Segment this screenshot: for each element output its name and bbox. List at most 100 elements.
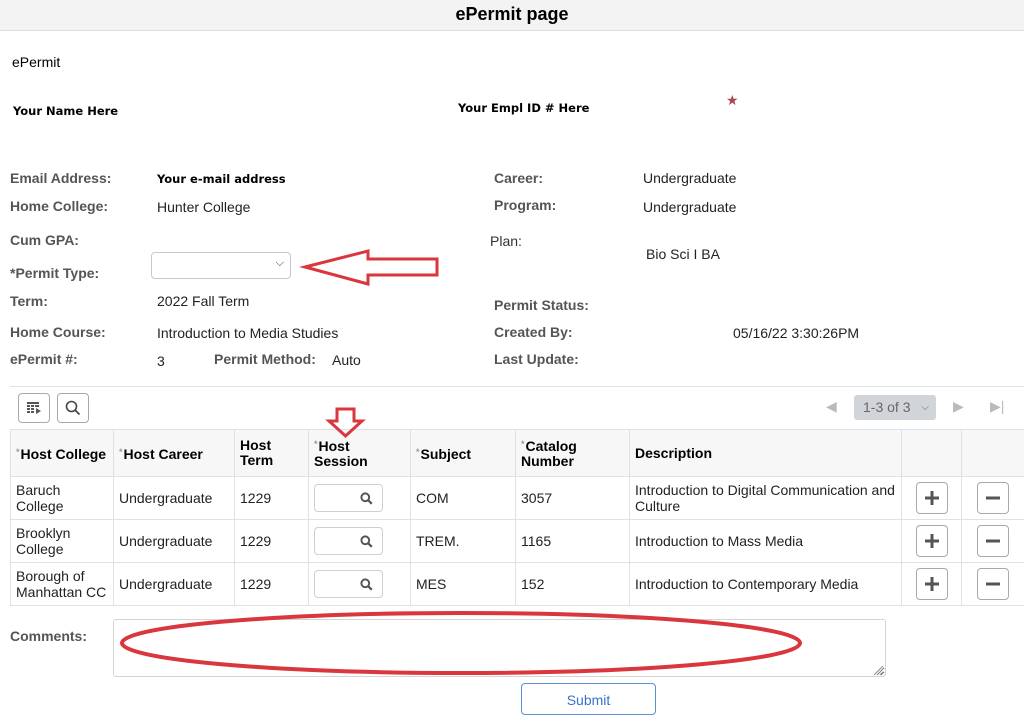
host-session-input[interactable] — [314, 527, 383, 555]
previous-page-icon[interactable]: ◀ — [826, 398, 837, 415]
minus-icon — [986, 539, 1000, 543]
search-icon[interactable] — [360, 578, 373, 591]
comments-textarea[interactable] — [113, 619, 886, 677]
table-row: Baruch College Undergraduate 1229 COM 30… — [10, 476, 1024, 520]
grid-settings-icon — [27, 402, 41, 414]
course-table: *Host College *Host Career Host Term *Ho… — [10, 429, 1024, 606]
host-career-cell: Undergraduate — [113, 519, 235, 563]
permit-type-label: *Permit Type: — [10, 265, 100, 281]
host-career-cell: Undergraduate — [113, 562, 235, 606]
table-row: Borough of Manhattan CC Undergraduate 12… — [10, 562, 1024, 606]
term-value: 2022 Fall Term — [157, 293, 250, 309]
created-by-value: 05/16/22 3:30:26PM — [733, 325, 860, 341]
grid-personalize-button[interactable] — [18, 393, 50, 423]
column-header: *Host Career — [113, 429, 235, 477]
add-row-button[interactable] — [915, 568, 948, 600]
empl-id: Your Empl ID # Here — [458, 101, 590, 115]
last-page-icon[interactable]: ▶| — [990, 398, 1004, 415]
add-row-button[interactable] — [915, 482, 948, 514]
column-header: *Subject — [410, 429, 516, 477]
host-term-cell: 1229 — [234, 476, 309, 520]
plus-icon — [924, 577, 939, 591]
created-by-label: Created By: — [494, 324, 573, 340]
search-icon — [65, 400, 81, 416]
delete-row-button[interactable] — [977, 568, 1009, 600]
host-college-cell: Brooklyn College — [10, 519, 114, 563]
annotation-arrow-left — [299, 249, 439, 286]
table-header-row: *Host College *Host Career Host Term *Ho… — [10, 429, 1024, 477]
subject-cell: TREM. — [410, 519, 516, 563]
email-label: Email Address: — [10, 170, 112, 186]
last-update-label: Last Update: — [494, 351, 579, 367]
home-college-label: Home College: — [10, 198, 109, 214]
catalog-number-cell: 152 — [515, 562, 630, 606]
submit-button[interactable]: Submit — [521, 683, 656, 715]
section-title: ePermit — [12, 54, 61, 70]
host-term-cell: 1229 — [234, 562, 309, 606]
student-name: Your Name Here — [13, 104, 119, 118]
chevron-down-icon: ⌵ — [275, 257, 284, 269]
host-college-cell: Borough of Manhattan CC — [10, 562, 114, 606]
permit-type-select[interactable]: ⌵ — [151, 252, 291, 279]
plan-label: Plan: — [490, 233, 522, 249]
host-session-cell — [308, 476, 411, 520]
permit-status-label: Permit Status: — [494, 297, 589, 313]
page-title: ePermit page — [455, 4, 569, 24]
chevron-down-icon: ⌵ — [921, 402, 929, 413]
add-row-button[interactable] — [915, 525, 948, 557]
star-icon: ★ — [726, 92, 739, 108]
term-label: Term: — [10, 293, 48, 309]
host-term-cell: 1229 — [234, 519, 309, 563]
subject-cell: COM — [410, 476, 516, 520]
search-icon[interactable] — [360, 492, 373, 505]
host-career-cell: Undergraduate — [113, 476, 235, 520]
home-course-value: Introduction to Media Studies — [157, 325, 339, 341]
epermit-number-label: ePermit #: — [10, 351, 78, 367]
plan-value: Bio Sci I BA — [646, 246, 720, 262]
delete-row-button[interactable] — [977, 525, 1009, 557]
career-value: Undergraduate — [643, 170, 737, 186]
plus-icon — [924, 491, 939, 505]
host-session-input[interactable] — [314, 570, 383, 598]
host-session-cell — [308, 562, 411, 606]
catalog-number-cell: 3057 — [515, 476, 630, 520]
description-cell: Introduction to Digital Communication an… — [629, 476, 902, 520]
host-session-input[interactable] — [314, 484, 383, 512]
comments-label: Comments: — [10, 628, 88, 644]
pager-range: 1-3 of 3 — [863, 399, 911, 415]
minus-icon — [986, 582, 1000, 586]
column-header: *Host Session — [308, 429, 411, 477]
home-course-label: Home Course: — [10, 324, 106, 340]
column-header — [901, 429, 962, 477]
home-college-value: Hunter College — [157, 199, 251, 215]
next-page-icon[interactable]: ▶ — [953, 398, 964, 415]
epermit-number-value: 3 — [157, 353, 165, 369]
search-icon[interactable] — [360, 535, 373, 548]
resize-handle-icon[interactable] — [872, 664, 884, 676]
catalog-number-cell: 1165 — [515, 519, 630, 563]
host-session-cell — [308, 519, 411, 563]
permit-method-label: Permit Method: — [214, 351, 316, 367]
pager-range-select[interactable]: 1-3 of 3 ⌵ — [854, 395, 936, 420]
cum-gpa-label: Cum GPA: — [10, 232, 79, 248]
column-header: *Host College — [10, 429, 114, 477]
program-value: Undergraduate — [643, 199, 737, 215]
table-row: Brooklyn College Undergraduate 1229 TREM… — [10, 519, 1024, 563]
email-value: Your e-mail address — [157, 172, 286, 186]
plus-icon — [924, 534, 939, 548]
host-college-cell: Baruch College — [10, 476, 114, 520]
minus-icon — [986, 496, 1000, 500]
column-header — [961, 429, 1024, 477]
grid-find-button[interactable] — [57, 393, 89, 423]
column-header: *Catalog Number — [515, 429, 630, 477]
program-label: Program: — [494, 197, 557, 213]
description-cell: Introduction to Mass Media — [629, 519, 902, 563]
career-label: Career: — [494, 170, 544, 186]
permit-method-value: Auto — [332, 352, 361, 368]
column-header: Host Term — [234, 429, 309, 477]
page-header: ePermit page — [0, 0, 1024, 31]
delete-row-button[interactable] — [977, 482, 1009, 514]
subject-cell: MES — [410, 562, 516, 606]
column-header: Description — [629, 429, 902, 477]
description-cell: Introduction to Contemporary Media — [629, 562, 902, 606]
